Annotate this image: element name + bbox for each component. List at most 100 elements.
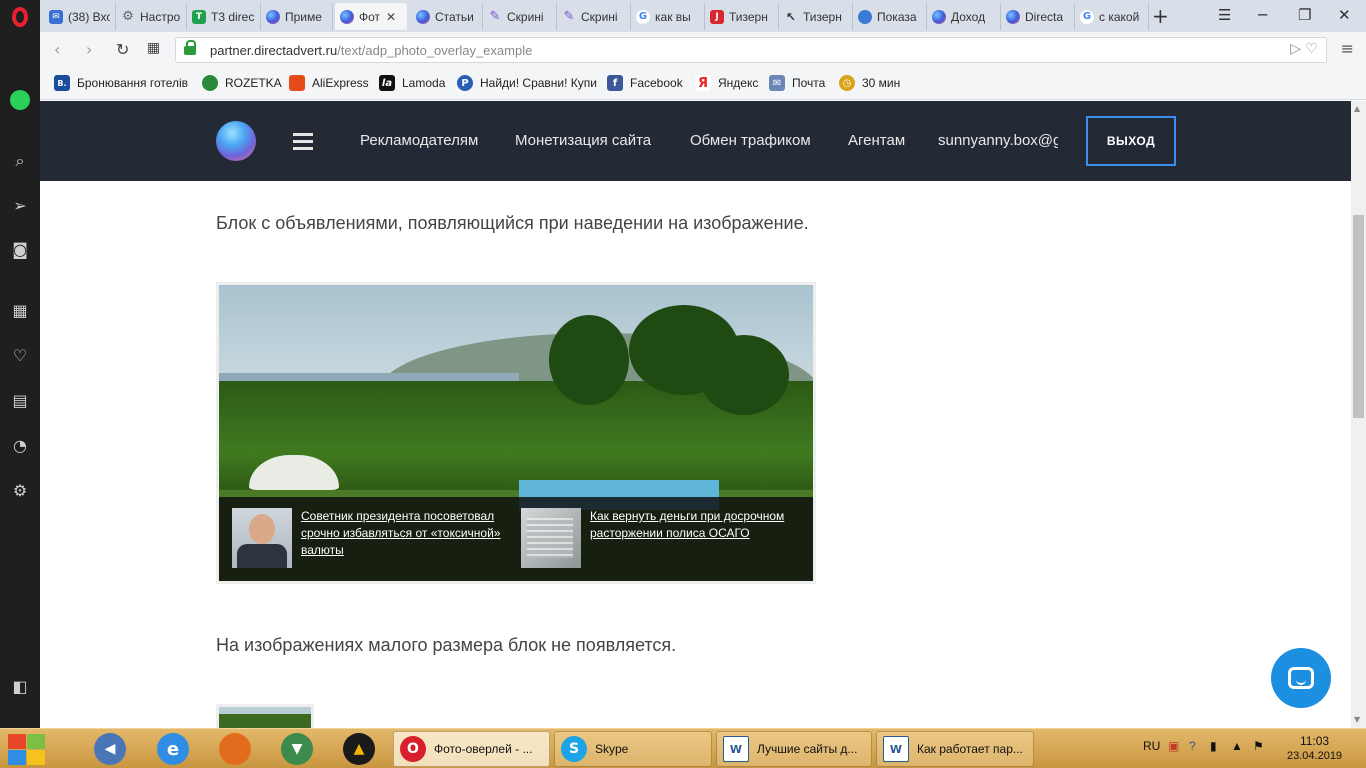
page-scrollbar[interactable]: ▲ ▼ [1351,101,1366,728]
task-word-2[interactable]: W Как работает пар... [876,731,1034,767]
rozetka-icon [202,75,218,91]
tab-teaser-2[interactable]: ↖ Тизерн [779,3,853,30]
news-icon[interactable]: ▤ [0,386,40,416]
ad-link[interactable]: Советник президента посоветовал срочно и… [301,508,511,568]
heart-icon[interactable]: ♡ [0,341,40,371]
help-icon[interactable]: ? [1189,739,1196,753]
volume-icon[interactable]: ◀ [94,733,126,765]
history-icon[interactable]: ◔ [0,431,40,461]
directadvert-icon [416,9,430,24]
internet-explorer-icon[interactable]: e [157,733,189,765]
directadvert-icon [340,9,354,24]
ad-thumbnail[interactable] [521,508,581,568]
action-center-flag-icon[interactable]: ⚑ [1253,739,1264,753]
tab-photo-overlay[interactable]: Фот ✕ [335,3,407,30]
language-indicator[interactable]: RU [1143,739,1160,753]
nav-agents[interactable]: Агентам [848,132,905,149]
bookmark-booking[interactable]: B. Бронювання готелів [54,75,188,91]
flow-send-icon[interactable]: ➢ [0,191,40,221]
ad-thumbnail[interactable] [232,508,292,568]
search-icon[interactable]: ⌕ [0,146,40,176]
tab-show[interactable]: Показа [853,3,927,30]
send-heart-icons[interactable]: ▷ ♡ [1290,41,1318,57]
task-word-1[interactable]: W Лучшие сайты д... [716,731,872,767]
bookmark-mail[interactable]: ✉ Почта [769,75,825,91]
tab-google-2[interactable]: Gс какой [1075,3,1149,30]
ad-link[interactable]: Как вернуть деньги при досрочном расторж… [590,508,806,568]
tab-screenshot-1[interactable]: ✎ Скрині [483,3,557,30]
close-icon[interactable]: ✕ [386,10,396,24]
nav-advertisers[interactable]: Рекламодателям [360,132,478,149]
window-close-button[interactable]: ✕ [1338,6,1351,24]
clock[interactable]: 11:03 23.04.2019 [1287,734,1342,764]
tab-articles[interactable]: Статьи [411,3,483,30]
scroll-up-arrow-icon[interactable]: ▲ [1354,104,1360,113]
tab-google-1[interactable]: Gкак вы [631,3,705,30]
tab-menu-icon[interactable]: ☰ [1218,6,1231,24]
whatsapp-icon[interactable] [0,85,40,115]
url-field[interactable]: partner.directadvert.ru/text/adp_photo_o… [175,37,1327,63]
pen-icon: ✎ [489,9,501,24]
nav-traffic-exchange[interactable]: Обмен трафиком [690,132,811,149]
ad-item[interactable]: Как вернуть деньги при досрочном расторж… [521,508,807,568]
sidebar-toggle-icon[interactable]: ◧ [0,672,40,702]
new-tab-button[interactable]: + [1152,4,1169,28]
tab-mail[interactable]: ✉ (38) Вхо [44,3,116,30]
tab-teaser-1[interactable]: J Тизерн [705,3,779,30]
vpn-shield-icon[interactable]: ▼ [281,733,313,765]
site-header: Рекламодателям Монетизация сайта Обмен т… [40,101,1351,181]
firefox-icon[interactable] [219,733,251,765]
bookmark-facebook[interactable]: f Facebook [607,75,683,91]
tab-screenshot-2[interactable]: ✎ Скрині [557,3,631,30]
bookmark-aliexpress[interactable]: AliExpress [289,75,369,91]
back-button[interactable]: ‹ [54,40,60,59]
directadvert-logo-icon[interactable] [216,121,256,161]
bookmark-yandex[interactable]: Я Яндекс [695,75,758,91]
nav-monetization[interactable]: Монетизация сайта [515,132,651,149]
scroll-thumb[interactable] [1353,215,1364,418]
speed-dial-button[interactable]: ▦ [147,40,160,56]
bookmark-30min[interactable]: ◷ 30 мин [839,75,900,91]
windows-taskbar: ◀ e ▼ ▲ O Фото-оверлей - ... S Skype W Лучш… [0,728,1366,768]
task-opera[interactable]: O Фото-оверлей - ... [393,731,550,767]
network-icon[interactable]: ▮ [1210,739,1217,753]
speed-dial-icon[interactable]: ▦ [0,296,40,326]
price-icon: P [457,75,473,91]
tab-income[interactable]: Доход [927,3,1001,30]
hamburger-menu-icon[interactable] [293,133,313,150]
clock-date: 23.04.2019 [1287,750,1343,762]
tab-directadvert[interactable]: Directa [1001,3,1075,30]
user-email-link[interactable]: sunnyanny.box@gmail.com [938,132,1058,149]
show-hidden-icons-icon[interactable]: ▲ [1231,739,1243,753]
directadvert-icon [1006,9,1020,24]
ad-item[interactable]: Советник президента посоветовал срочно и… [232,508,512,568]
bookmark-price[interactable]: P Найди! Сравни! Купи [457,75,597,91]
tab-example[interactable]: Приме [261,3,333,30]
forward-button[interactable]: › [86,40,92,59]
cursor-icon: ↖ [785,9,797,24]
opera-menu-icon[interactable] [0,0,40,34]
lock-icon [184,40,196,56]
minimize-button[interactable]: ─ [1258,6,1267,24]
tab-settings[interactable]: ⚙ Настро [116,3,187,30]
j-icon: J [710,9,724,24]
start-button[interactable] [6,733,46,765]
bookmark-rozetka[interactable]: ROZETKA [202,75,282,91]
clock-icon: ◷ [839,75,855,91]
opera-icon: O [400,736,426,762]
easy-setup-icon[interactable]: ≡ [1341,39,1354,58]
google-icon: G [636,9,650,24]
scroll-down-arrow-icon[interactable]: ▼ [1354,715,1360,724]
garden-photo[interactable]: Советник президента посоветовал срочно и… [216,282,816,584]
bookmark-lamoda[interactable]: la Lamoda [379,75,445,91]
aimp-icon[interactable]: ▲ [343,733,375,765]
reload-button[interactable]: ↻ [116,40,129,59]
tray-app-icon[interactable]: ▣ [1168,739,1179,753]
chat-widget-button[interactable] [1271,648,1331,708]
logout-button[interactable]: ВЫХОД [1086,116,1176,166]
tab-t3[interactable]: T T3 direc [187,3,261,30]
settings-gear-icon[interactable]: ⚙ [0,476,40,506]
camera-icon[interactable]: ◙ [0,235,40,265]
task-skype[interactable]: S Skype [554,731,712,767]
maximize-button[interactable]: ❐ [1298,6,1311,24]
